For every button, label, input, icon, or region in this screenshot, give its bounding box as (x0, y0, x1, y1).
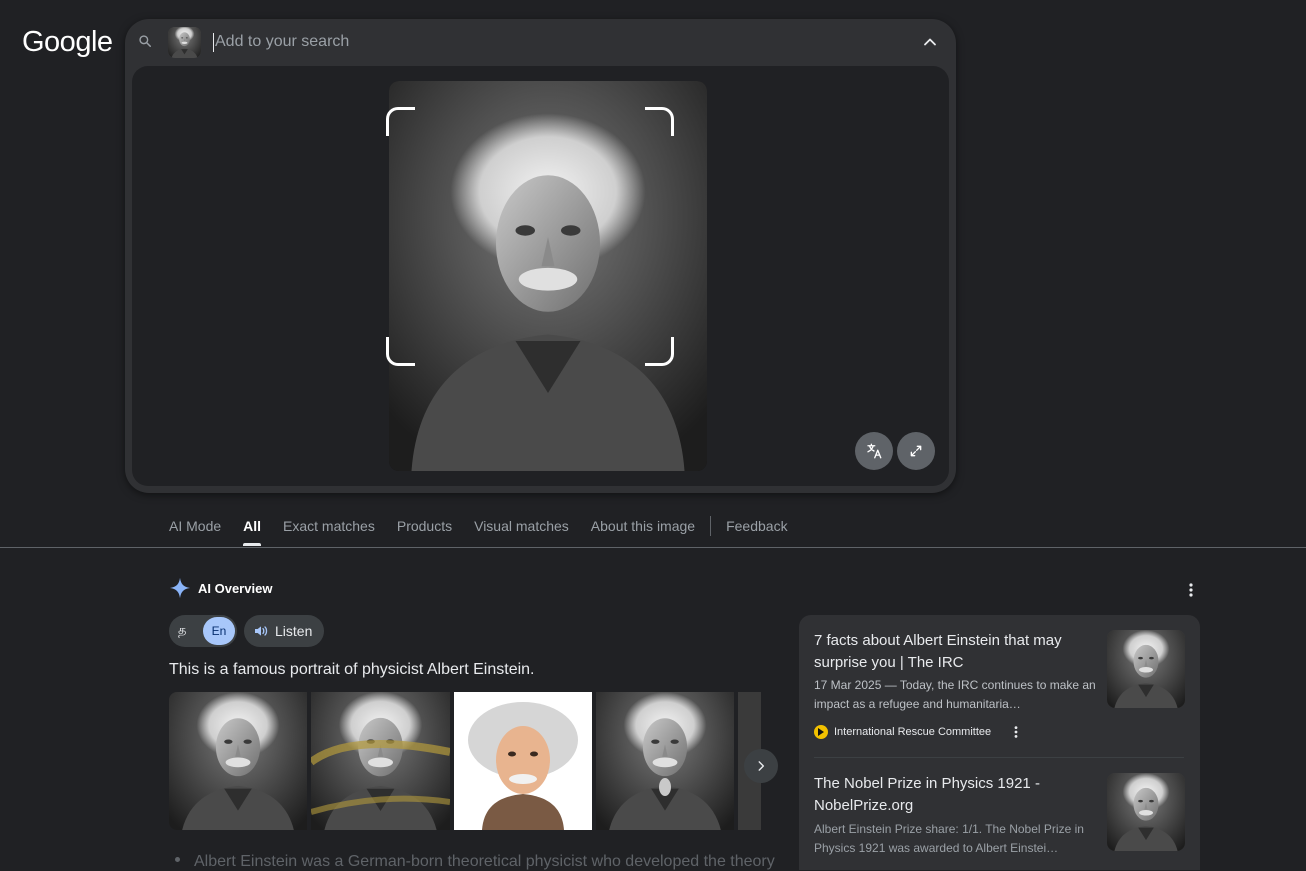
ai-overview-bullet: Albert Einstein was a German-born theore… (169, 853, 775, 871)
irc-favicon-icon (814, 725, 828, 739)
tab-feedback[interactable]: Feedback (726, 518, 787, 546)
tab-products[interactable]: Products (397, 518, 452, 546)
search-input[interactable] (215, 30, 815, 54)
result-thumbnail[interactable] (1107, 773, 1185, 851)
listen-label: Listen (275, 623, 313, 639)
search-icon (139, 35, 152, 48)
crop-handle-top-left[interactable] (386, 107, 415, 136)
bullet-dot (175, 857, 180, 862)
tab-all[interactable]: All (243, 518, 261, 546)
listen-button[interactable]: Listen (244, 615, 324, 647)
carousel-image[interactable] (311, 692, 450, 830)
sparkle-icon (169, 577, 191, 599)
result-source[interactable]: International Rescue Committee (834, 726, 991, 738)
image-preview-area (132, 66, 949, 486)
more-options-icon[interactable] (1183, 580, 1199, 600)
ai-overview-header: AI Overview (169, 577, 272, 599)
results-tabs: AI Mode All Exact matches Products Visua… (169, 516, 810, 548)
result-divider (814, 757, 1184, 758)
crop-handle-bottom-right[interactable] (645, 337, 674, 366)
translate-button[interactable] (855, 432, 893, 470)
tabs-divider (0, 547, 1306, 548)
tab-about-this-image[interactable]: About this image (591, 518, 695, 546)
ai-overview-title: AI Overview (198, 580, 273, 596)
result-snippet: 17 Mar 2025 — Today, the IRC continues t… (814, 678, 1096, 711)
ai-overview-summary: This is a famous portrait of physicist A… (169, 661, 535, 678)
tab-exact-matches[interactable]: Exact matches (283, 518, 375, 546)
language-option-english[interactable]: En (203, 617, 235, 645)
search-panel (125, 19, 956, 493)
result-title[interactable]: The Nobel Prize in Physics 1921 - NobelP… (814, 773, 1079, 817)
google-logo[interactable]: Google (22, 26, 113, 59)
expand-button[interactable] (897, 432, 935, 470)
speaker-icon (255, 626, 268, 636)
chevron-right-icon (758, 761, 765, 771)
crop-handle-top-right[interactable] (645, 107, 674, 136)
more-options-icon[interactable] (1012, 725, 1020, 739)
query-image-thumbnail[interactable] (168, 27, 201, 58)
carousel-image[interactable] (454, 692, 592, 830)
tab-divider (710, 516, 712, 536)
expand-icon (910, 445, 922, 457)
language-option-tamil[interactable]: த (178, 622, 186, 639)
search-bar (125, 19, 956, 65)
translate-icon (867, 443, 882, 459)
result-title[interactable]: 7 facts about Albert Einstein that may s… (814, 630, 1079, 674)
related-images-carousel (169, 692, 761, 830)
text-cursor (213, 33, 214, 52)
carousel-image[interactable] (169, 692, 307, 830)
tab-visual-matches[interactable]: Visual matches (474, 518, 569, 546)
result-thumbnail[interactable] (1107, 630, 1185, 708)
query-image (389, 81, 707, 471)
tab-ai-mode[interactable]: AI Mode (169, 518, 221, 546)
crop-handle-bottom-left[interactable] (386, 337, 415, 366)
bullet-text: Albert Einstein was a German-born theore… (194, 853, 775, 870)
result-snippet: Albert Einstein Prize share: 1/1. The No… (814, 822, 1084, 855)
result-date: 17 Mar 2025 (814, 678, 882, 692)
language-toggle[interactable]: த En (169, 615, 237, 647)
carousel-image[interactable] (596, 692, 734, 830)
carousel-next-button[interactable] (744, 749, 778, 783)
sources-panel: 7 facts about Albert Einstein that may s… (799, 615, 1200, 870)
chevron-up-icon[interactable] (920, 32, 940, 52)
